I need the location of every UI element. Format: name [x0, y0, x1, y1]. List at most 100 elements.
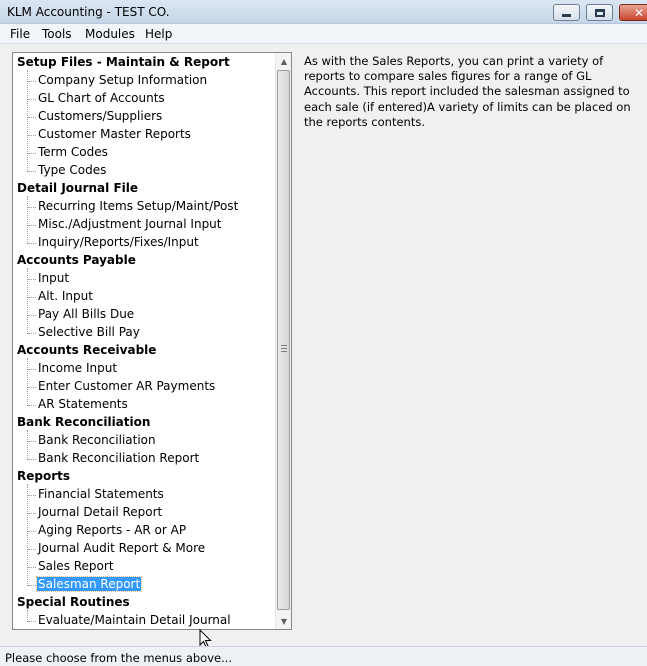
tree-item-label: Pay All Bills Due: [38, 307, 135, 321]
tree-connector: [27, 268, 28, 334]
tree-connector: [28, 99, 36, 100]
tree-item[interactable]: Misc./Adjustment Journal Input: [37, 216, 223, 234]
maximize-icon: [594, 8, 605, 17]
tree-item-label: Customer Master Reports: [38, 127, 191, 141]
tree-item-label: Journal Audit Report & More: [38, 541, 206, 555]
grip-line: [281, 345, 287, 346]
tree-item-label: Input: [38, 271, 70, 285]
tree-item[interactable]: Recurring Items Setup/Maint/Post: [37, 198, 239, 216]
tree-item-label: Alt. Input: [38, 289, 93, 303]
title-bar: KLM Accounting - TEST CO. ✕: [0, 0, 647, 24]
grip-line: [281, 351, 287, 352]
tree-item[interactable]: Income Input: [37, 360, 118, 378]
grip-line: [281, 348, 287, 349]
tree-item-label: Term Codes: [38, 145, 108, 159]
tree-connector: [28, 81, 36, 82]
scroll-down-button[interactable]: ▼: [276, 613, 291, 629]
tree-connector: [28, 369, 36, 370]
tree-item-label: Financial Statements: [38, 487, 164, 501]
tree-section-header[interactable]: Bank Reconciliation: [17, 414, 150, 432]
tree-section-header[interactable]: Special Routines: [17, 594, 130, 612]
tree-connector: [28, 621, 36, 622]
tree-item[interactable]: Bank Reconciliation Report: [37, 450, 200, 468]
arrow-up-icon: ▲: [280, 56, 288, 66]
tree-connector: [28, 171, 36, 172]
tree-item-label: Evaluate/Maintain Detail Journal: [38, 613, 231, 627]
tree-item-label: Bank Reconciliation: [38, 433, 156, 447]
tree-section-header[interactable]: Accounts Payable: [17, 252, 136, 270]
navigation-tree: Setup Files - Maintain & Report Company S…: [12, 52, 292, 630]
tree-item[interactable]: Sales Report: [37, 558, 115, 576]
tree-connector: [28, 567, 36, 568]
tree-item[interactable]: Aging Reports - AR or AP: [37, 522, 187, 540]
tree-item[interactable]: Term Codes: [37, 144, 109, 162]
close-button[interactable]: ✕: [619, 4, 647, 21]
scroll-thumb[interactable]: [277, 70, 290, 610]
tree-connector: [28, 495, 36, 496]
tree-item-label: Salesman Report: [35, 576, 143, 592]
tree-item[interactable]: Input: [37, 270, 70, 288]
tree-item[interactable]: Journal Detail Report: [37, 504, 163, 522]
tree-item[interactable]: Enter Customer AR Payments: [37, 378, 216, 396]
tree-item[interactable]: Financial Statements: [37, 486, 165, 504]
minimize-button[interactable]: [553, 4, 580, 21]
tree-connector: [28, 549, 36, 550]
menu-tools[interactable]: Tools: [42, 27, 72, 41]
tree-item[interactable]: Alt. Input: [37, 288, 94, 306]
tree-item[interactable]: AR Statements: [37, 396, 129, 414]
tree-item[interactable]: Pay All Bills Due: [37, 306, 135, 324]
tree-connector: [28, 513, 36, 514]
tree-item-label: Income Input: [38, 361, 118, 375]
tree-item-label: Inquiry/Reports/Fixes/Input: [38, 235, 199, 249]
tree-item[interactable]: GL Chart of Accounts: [37, 90, 166, 108]
tree-item-label: Type Codes: [38, 163, 107, 177]
arrow-down-icon: ▼: [280, 616, 288, 626]
tree-connector: [28, 279, 36, 280]
tree-section-header[interactable]: Accounts Receivable: [17, 342, 156, 360]
tree-connector: [28, 333, 36, 334]
tree-content: Setup Files - Maintain & Report Company S…: [13, 53, 277, 629]
tree-connector: [28, 387, 36, 388]
status-text: Please choose from the menus above...: [5, 651, 233, 665]
menu-bar: File Tools Modules Help: [0, 24, 647, 44]
tree-connector: [28, 585, 36, 586]
tree-connector: [27, 430, 28, 460]
maximize-button[interactable]: [586, 4, 613, 21]
vertical-scrollbar[interactable]: ▲ ▼: [275, 53, 291, 629]
tree-connector: [28, 441, 36, 442]
tree-connector: [28, 531, 36, 532]
menu-help[interactable]: Help: [145, 27, 172, 41]
tree-item[interactable]: Company Setup Information: [37, 72, 208, 90]
tree-item-label: Journal Detail Report: [38, 505, 163, 519]
scroll-up-button[interactable]: ▲: [276, 53, 291, 69]
tree-item-label: Bank Reconciliation Report: [38, 451, 200, 465]
tree-item-label: Sales Report: [38, 559, 114, 573]
tree-connector: [28, 135, 36, 136]
tree-connector: [28, 225, 36, 226]
tree-connector: [28, 153, 36, 154]
menu-file[interactable]: File: [10, 27, 30, 41]
tree-item[interactable]: Type Codes: [37, 162, 107, 180]
tree-item[interactable]: Inquiry/Reports/Fixes/Input: [37, 234, 200, 252]
tree-section-header[interactable]: Detail Journal File: [17, 180, 138, 198]
tree-section-header[interactable]: Reports: [17, 468, 70, 486]
tree-item[interactable]: Evaluate/Maintain Detail Journal: [37, 612, 232, 629]
menu-modules[interactable]: Modules: [85, 27, 135, 41]
tree-section-header[interactable]: Setup Files - Maintain & Report: [17, 54, 230, 72]
tree-item-label: Selective Bill Pay: [38, 325, 140, 339]
tree-connector: [28, 243, 36, 244]
tree-connector: [27, 196, 28, 244]
status-bar: Please choose from the menus above...: [0, 646, 647, 666]
tree-item[interactable]: Customer Master Reports: [37, 126, 192, 144]
tree-item[interactable]: Bank Reconciliation: [37, 432, 157, 450]
tree-connector: [28, 117, 36, 118]
tree-item-label: Company Setup Information: [38, 73, 208, 87]
tree-connector: [27, 484, 28, 586]
tree-item[interactable]: Customers/Suppliers: [37, 108, 163, 126]
tree-item[interactable]: Salesman Report: [35, 576, 143, 594]
tree-item-label: GL Chart of Accounts: [38, 91, 165, 105]
tree-item-label: AR Statements: [38, 397, 128, 411]
tree-item[interactable]: Selective Bill Pay: [37, 324, 141, 342]
tree-item[interactable]: Journal Audit Report & More: [37, 540, 206, 558]
tree-item-label: Recurring Items Setup/Maint/Post: [38, 199, 239, 213]
